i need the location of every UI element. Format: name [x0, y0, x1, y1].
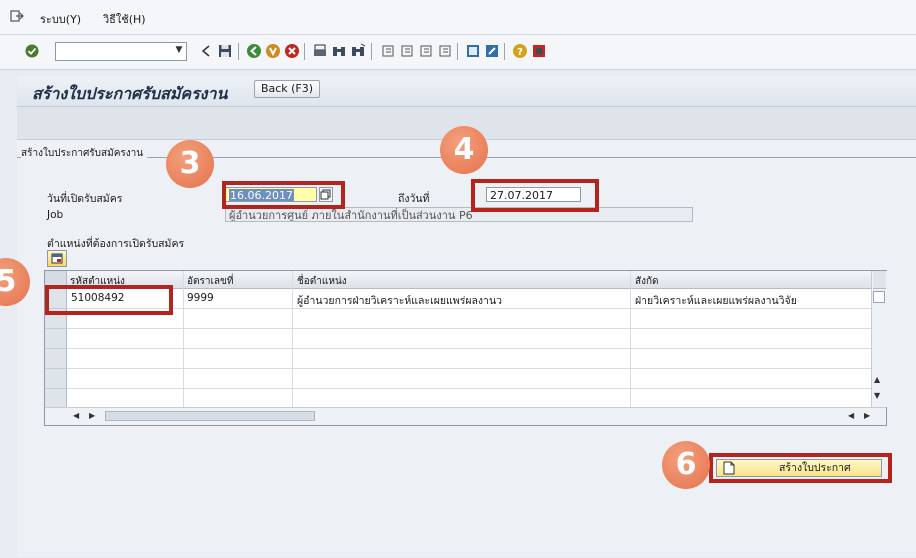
command-field[interactable] — [55, 42, 187, 61]
table-settings-button[interactable] — [47, 250, 67, 267]
first-page-icon[interactable] — [380, 43, 396, 59]
row-selector[interactable] — [45, 349, 67, 369]
scroll-left-icon[interactable]: ◀ — [73, 411, 79, 420]
cell-position-name: ผู้อำนวยการฝ่ายวิเคราะห์และเผยแพร่ผลงานว — [297, 295, 503, 307]
scroll-right-icon[interactable]: ▶ — [864, 411, 870, 420]
scroll-right-icon[interactable]: ▶ — [89, 411, 95, 420]
exit-icon[interactable] — [10, 9, 24, 23]
chevron-down-icon[interactable]: ▼ — [172, 43, 186, 58]
highlight-to-date — [471, 179, 599, 212]
highlight-open-date — [222, 181, 345, 209]
print-icon[interactable] — [312, 43, 328, 59]
row-selector[interactable] — [45, 329, 67, 349]
find-next-icon[interactable] — [350, 43, 366, 59]
exit-session-icon[interactable] — [265, 43, 281, 59]
vertical-scrollbar[interactable]: ▲ ▼ — [871, 271, 887, 407]
save-icon[interactable] — [217, 43, 233, 59]
to-date-label: ถึงวันที่ — [398, 193, 430, 205]
col-department[interactable]: สังกัด — [635, 274, 659, 289]
col-rate-no[interactable]: อัตราเลขที่ — [187, 274, 233, 289]
cancel-icon[interactable] — [284, 43, 300, 59]
create-session-icon[interactable] — [465, 43, 481, 59]
help-icon[interactable]: ? — [512, 43, 528, 59]
table-config-icon — [51, 253, 63, 264]
last-page-icon[interactable] — [437, 43, 453, 59]
check-icon[interactable] — [24, 43, 40, 59]
scroll-down-icon[interactable]: ▼ — [874, 391, 880, 400]
scroll-thumb[interactable] — [105, 411, 315, 421]
open-date-label: วันที่เปิดรับสมัคร — [47, 193, 123, 205]
step-badge-3: 3 — [166, 140, 214, 188]
step-badge-6: 6 — [662, 441, 710, 489]
horizontal-scrollbar[interactable]: ◀ ▶ ◀ ▶ — [45, 407, 886, 425]
prev-page-icon[interactable] — [399, 43, 415, 59]
menu-help[interactable]: วิธีใช้(H) — [103, 10, 146, 28]
customize-layout-icon[interactable] — [531, 43, 547, 59]
menu-system[interactable]: ระบบ(Y) — [40, 10, 81, 28]
row-checkbox[interactable] — [873, 291, 885, 303]
positions-label: ตำแหน่งที่ต้องการเปิดรับสมัคร — [47, 238, 185, 250]
standard-toolbar: ▼ ? — [0, 35, 916, 70]
back-green-icon[interactable] — [246, 43, 262, 59]
group-title: สร้างใบประกาศรับสมัครงาน — [21, 146, 148, 161]
shortcut-icon[interactable] — [484, 43, 500, 59]
highlight-position-code — [45, 285, 173, 315]
back-arrow-icon[interactable] — [198, 43, 214, 59]
scroll-left-icon[interactable]: ◀ — [848, 411, 854, 420]
column-settings-corner[interactable] — [873, 271, 886, 289]
page-title: สร้างใบประกาศรับสมัครงาน — [32, 84, 228, 103]
scroll-up-icon[interactable]: ▲ — [874, 375, 880, 384]
find-icon[interactable] — [331, 43, 347, 59]
next-page-icon[interactable] — [418, 43, 434, 59]
back-button[interactable]: Back (F3) — [254, 80, 320, 98]
highlight-create-button — [709, 453, 892, 483]
col-position-name[interactable]: ชื่อตำแหน่ง — [297, 274, 347, 289]
step-badge-4: 4 — [440, 126, 488, 174]
job-label: Job — [47, 209, 64, 221]
row-selector[interactable] — [45, 389, 67, 408]
cell-rate-no: 9999 — [187, 292, 214, 304]
svg-text:?: ? — [517, 47, 523, 58]
cell-department: ฝ่ายวิเคราะห์และเผยแพร่ผลงานวิจัย — [635, 295, 797, 307]
job-field: ผู้อำนวยการศูนย์ ภายในสำนักงานที่เป็นส่ว… — [225, 207, 693, 222]
menu-bar: ระบบ(Y) วิธีใช้(H) — [0, 0, 916, 35]
row-selector[interactable] — [45, 369, 67, 389]
